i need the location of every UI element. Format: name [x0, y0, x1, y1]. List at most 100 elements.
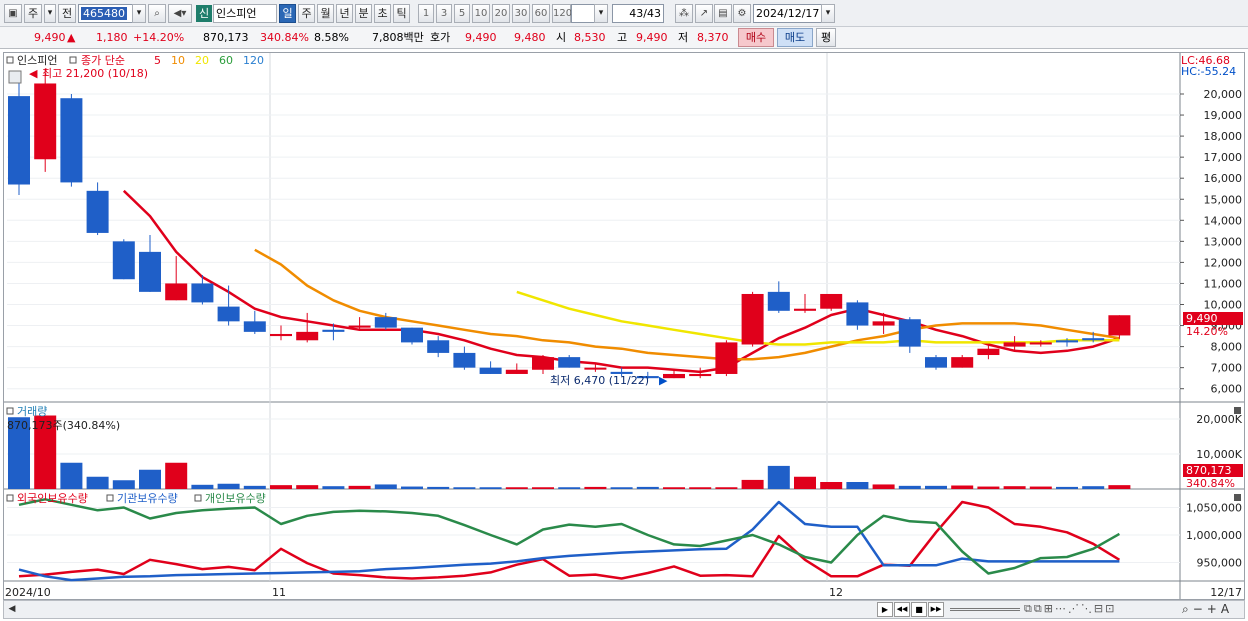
holdings-toggle-icon	[194, 494, 202, 502]
prev-button[interactable]: 전	[58, 4, 76, 23]
pane-toggle-icon[interactable]	[6, 56, 14, 64]
price-tick-label: 18,000	[1204, 130, 1243, 143]
interval-tab-60[interactable]: 60	[532, 4, 550, 23]
x-axis-label: 12	[829, 586, 843, 599]
average-button[interactable]: 평	[816, 28, 836, 47]
interval-dropdown-icon[interactable]: ▾	[594, 4, 608, 23]
volume-bar	[898, 485, 921, 489]
candle-body	[8, 96, 30, 185]
candle-body	[715, 342, 738, 374]
period-tab-0[interactable]: 일	[279, 4, 296, 23]
volume-bar	[741, 479, 764, 489]
candle-body	[951, 357, 974, 368]
chart-area[interactable]: 20,000 19,000 18,000 17,000 16,000 15,000 14,0…	[3, 52, 1245, 600]
interval-tab-3[interactable]: 3	[436, 4, 452, 23]
nav-buttons: ▶ ◀◀ ■ ▶▶	[877, 602, 945, 617]
holdings-tick-label: 1,050,000	[1186, 502, 1242, 515]
period-tab-1[interactable]: 주	[298, 4, 315, 23]
nav-forward-icon[interactable]: ▶▶	[928, 602, 944, 617]
ma-legend-120: 120	[243, 54, 264, 67]
market-dropdown-icon[interactable]: ▾	[44, 4, 56, 23]
x-axis-label: 12/17	[1210, 586, 1242, 599]
search-icon[interactable]: ⌕	[148, 4, 166, 23]
layout-icon[interactable]: ▣	[4, 4, 22, 23]
candle-body	[1082, 338, 1105, 341]
volume-bar	[453, 487, 476, 489]
last-price-pct: 14.20%	[1186, 325, 1228, 338]
chart-title: 인스피언	[17, 54, 57, 67]
nav-play-icon[interactable]: ▶	[877, 602, 893, 617]
sell-button[interactable]: 매도	[777, 28, 813, 47]
interval-tab-30[interactable]: 30	[512, 4, 530, 23]
market-button[interactable]: 주	[24, 4, 42, 23]
candle-body	[1003, 342, 1026, 347]
price-tick-label: 13,000	[1204, 235, 1243, 248]
volume-bar	[767, 465, 790, 489]
holdings-tick-label: 950,000	[1197, 557, 1243, 570]
sound-icon[interactable]: ◀▾	[168, 4, 192, 23]
interval-tab-10[interactable]: 10	[472, 4, 490, 23]
period-tab-5[interactable]: 초	[374, 4, 391, 23]
ma-toggle-icon[interactable]	[69, 56, 77, 64]
foreign-holdings-line	[18, 500, 1121, 580]
zoom-slider[interactable]	[950, 608, 1020, 611]
candle-body	[139, 251, 161, 292]
tool-icons[interactable]: ⧉⧉⊞⋯⋰⋱⊟⊡	[1024, 602, 1116, 616]
candle-body	[689, 373, 712, 377]
candle-body	[374, 317, 397, 328]
candle-body	[322, 329, 345, 332]
ma-legend-10: 10	[171, 54, 185, 67]
date-dropdown-icon[interactable]: ▾	[821, 4, 835, 23]
draw-tool-icon[interactable]: ↗	[695, 4, 713, 23]
hoga-label: 호가	[430, 31, 451, 44]
volume-bar	[689, 487, 712, 489]
candle-body	[165, 283, 188, 301]
period-tab-2[interactable]: 월	[317, 4, 334, 23]
calendar-icon[interactable]	[8, 70, 22, 84]
candle-body	[532, 357, 554, 370]
volume-toggle-icon[interactable]	[6, 407, 14, 415]
stock-chart[interactable]: 20,000 19,000 18,000 17,000 16,000 15,000 14,0…	[4, 53, 1244, 599]
count-field[interactable]: 43/43	[612, 4, 664, 23]
chart-scroll-bar: ◀ ▶ ◀◀ ■ ▶▶ ⧉⧉⊞⋯⋰⋱⊟⊡ ⌕−+A	[3, 600, 1245, 619]
volume-bar	[558, 487, 581, 489]
ask-price: 9,490	[465, 31, 497, 44]
code-dropdown-icon[interactable]: ▾	[132, 4, 146, 23]
candle-body	[34, 83, 57, 160]
last-price: 9,490	[1186, 312, 1218, 325]
volume-bar	[86, 476, 109, 489]
volume-bar	[191, 484, 214, 489]
volume-bar	[820, 482, 843, 489]
interval-tab-120[interactable]: 120	[552, 4, 572, 23]
buy-button[interactable]: 매수	[738, 28, 774, 47]
volume-close-icon[interactable]	[1234, 407, 1241, 414]
chart-axes: 20,000 19,000 18,000 17,000 16,000 15,000 14,0…	[5, 88, 1243, 599]
holdings-close-icon[interactable]	[1234, 494, 1241, 501]
candle-body	[453, 352, 476, 368]
gear-icon[interactable]: ⚙	[733, 4, 751, 23]
candle-body	[925, 357, 947, 368]
interval-tab-1[interactable]: 1	[418, 4, 434, 23]
nav-rewind-icon[interactable]: ◀◀	[894, 602, 910, 617]
save-icon[interactable]: ▤	[714, 4, 732, 23]
candle-body	[479, 367, 502, 374]
interval-tab-5[interactable]: 5	[454, 4, 470, 23]
volume-bar	[374, 484, 397, 489]
zoom-controls[interactable]: ⌕−+A	[1182, 602, 1233, 617]
volume-bar	[401, 486, 423, 489]
period-tab-6[interactable]: 틱	[393, 4, 410, 23]
price-tick-label: 11,000	[1204, 277, 1243, 290]
period-tab-3[interactable]: 년	[336, 4, 353, 23]
overlay-icon[interactable]: ⁂	[675, 4, 693, 23]
high-price: 9,490	[636, 31, 668, 44]
chart-grid	[4, 53, 1244, 599]
volume-bar	[977, 486, 1000, 489]
candle-body	[741, 293, 764, 345]
price-tick-label: 7,000	[1211, 362, 1243, 375]
nav-stop-icon[interactable]: ■	[911, 602, 927, 617]
scroll-left-icon[interactable]: ◀	[6, 603, 18, 616]
interval-tab-20[interactable]: 20	[492, 4, 510, 23]
period-tab-4[interactable]: 분	[355, 4, 372, 23]
stock-name-field[interactable]: 인스피언	[213, 4, 277, 23]
up-arrow-icon: ▲	[67, 31, 76, 44]
